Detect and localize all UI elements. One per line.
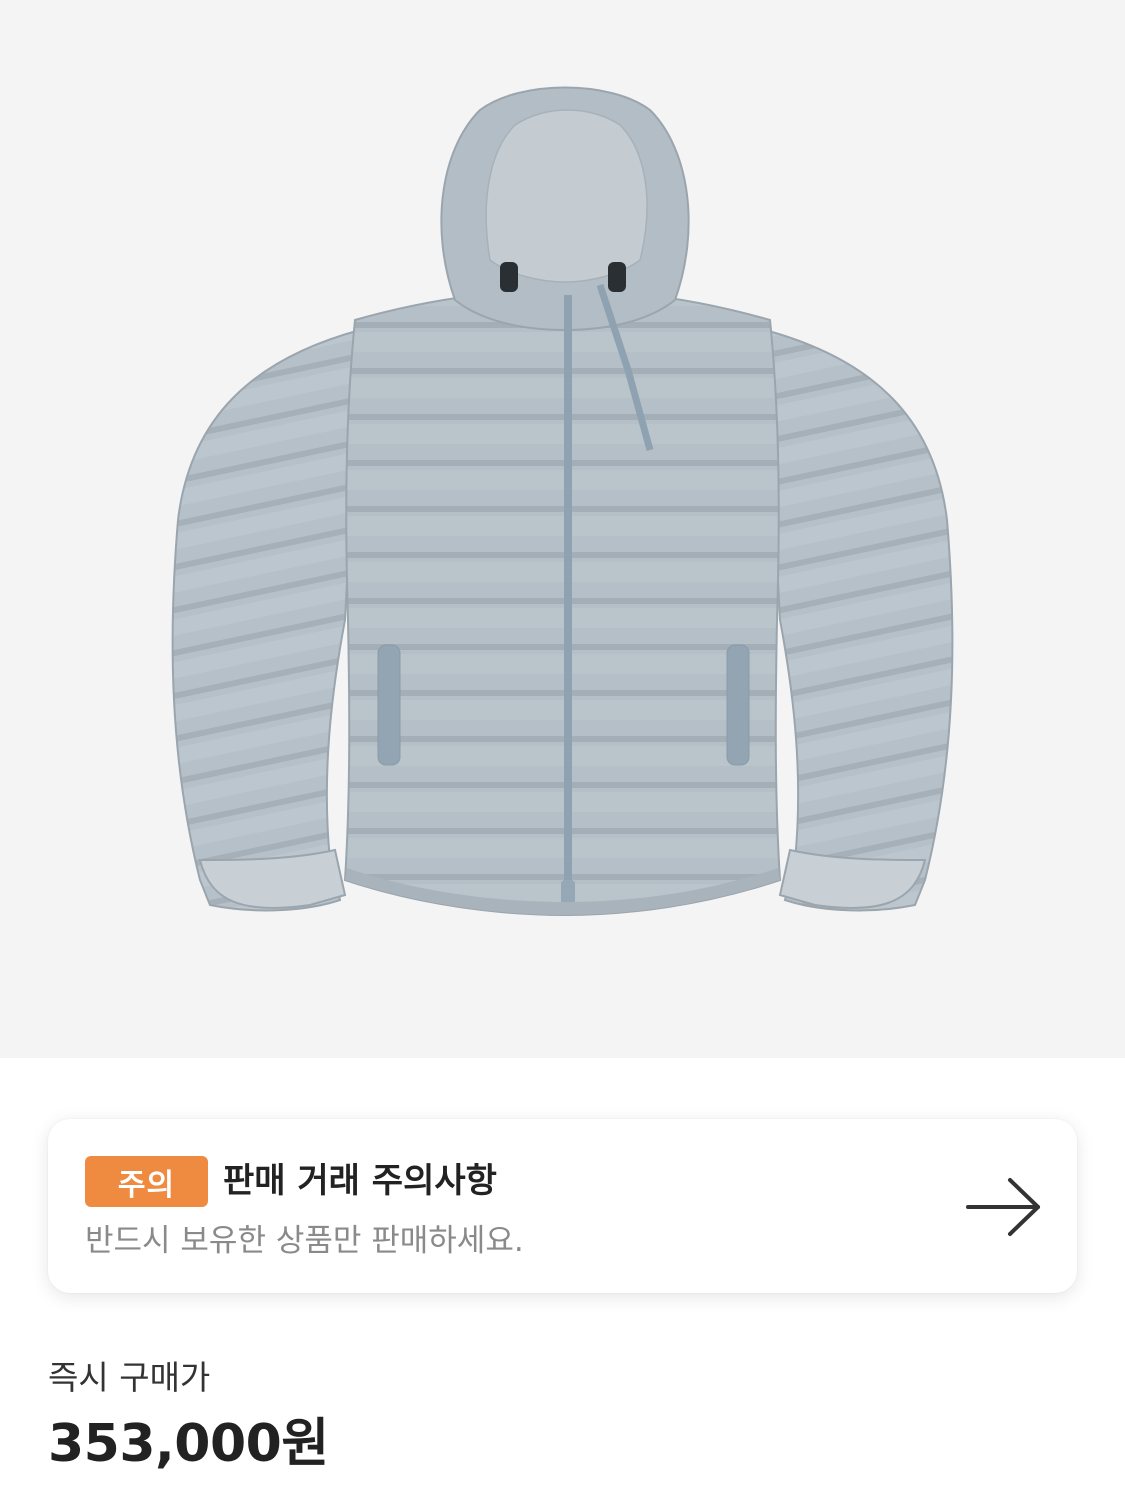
caution-badge: 주의 [85,1156,208,1207]
arrow-right-icon[interactable] [966,1177,1042,1237]
jacket-illustration [171,86,954,917]
product-image[interactable] [0,0,1125,1058]
sales-notice-card[interactable]: 주의 판매 거래 주의사항 반드시 보유한 상품만 판매하세요. [48,1119,1077,1293]
instant-buy-price-label: 즉시 구매가 [48,1358,211,1397]
notice-title: 판매 거래 주의사항 [223,1161,497,1201]
instant-buy-price: 353,000원 [48,1414,329,1474]
notice-subtitle: 반드시 보유한 상품만 판매하세요. [85,1223,524,1259]
